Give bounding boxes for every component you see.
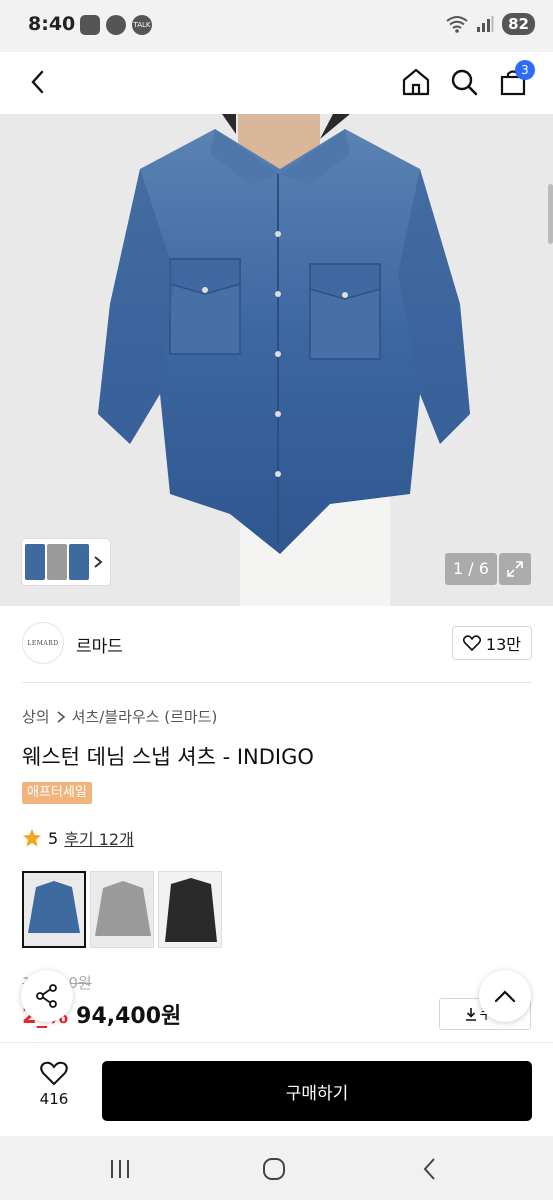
download-icon	[465, 1008, 476, 1021]
review-link[interactable]: 후기 12개	[64, 826, 134, 850]
wishlist-count: 416	[39, 1090, 69, 1108]
divider	[22, 682, 532, 683]
moon-icon	[106, 15, 126, 35]
home-circle-icon	[263, 1158, 285, 1180]
heart-icon	[40, 1061, 68, 1086]
system-nav-bar	[0, 1136, 553, 1200]
chevron-right-icon	[94, 556, 103, 568]
share-button[interactable]	[21, 970, 73, 1022]
star-icon	[23, 829, 41, 847]
kakaotalk-icon: TALK	[132, 15, 152, 35]
mini-thumb	[69, 544, 89, 580]
battery-indicator: 82	[502, 13, 535, 35]
wifi-icon	[446, 16, 468, 33]
status-time: 8:40	[28, 13, 76, 35]
status-right: 82	[446, 13, 535, 35]
brand-like-button[interactable]: 13만	[451, 626, 532, 660]
sale-tag: 애프터세일	[22, 782, 92, 804]
brand-row: LEMARD 르마드 13만	[22, 622, 532, 668]
brand-name[interactable]: 르마드	[76, 632, 123, 657]
product-title: 웨스턴 데님 스냅 셔츠 - INDIGO	[22, 745, 314, 769]
denim-shirt-photo	[0, 114, 553, 606]
notification-icons: TALK	[80, 15, 152, 35]
color-options	[22, 871, 222, 948]
rating-value: 5	[48, 828, 59, 848]
mini-thumb	[47, 544, 67, 580]
swatch-fill	[95, 881, 151, 936]
status-bar: 8:40 TALK 82	[0, 0, 553, 52]
expand-icon	[507, 561, 523, 577]
breadcrumb-subcategory[interactable]: 셔츠/블라우스 (르마드)	[72, 706, 218, 727]
product-image[interactable]	[0, 114, 553, 606]
brand-like-count: 13만	[485, 635, 521, 654]
scroll-indicator	[548, 184, 553, 244]
black-shirt-thumb	[159, 872, 221, 947]
back-button[interactable]	[18, 62, 58, 102]
sale-price: 94,400원	[76, 1004, 182, 1029]
cart-button[interactable]: 3	[493, 60, 535, 102]
indigo-shirt-thumb	[24, 873, 84, 946]
heart-icon	[462, 635, 481, 651]
scroll-top-button[interactable]	[479, 970, 531, 1022]
swatch-fill	[28, 881, 80, 933]
chevron-right-icon	[57, 710, 65, 723]
breadcrumb: 상의 셔츠/블라우스 (르마드)	[22, 706, 217, 727]
mini-thumb	[25, 544, 45, 580]
image-counter: 1 / 6	[445, 553, 497, 585]
breadcrumb-category[interactable]: 상의	[22, 706, 50, 727]
bottom-action-bar: 416 구매하기	[0, 1042, 553, 1136]
search-icon	[451, 69, 478, 96]
search-button[interactable]	[444, 62, 484, 102]
back-system-button[interactable]	[410, 1154, 450, 1184]
gray-shirt-thumb	[91, 872, 153, 947]
color-option-gray[interactable]	[90, 871, 154, 948]
brand-logo[interactable]: LEMARD	[22, 622, 64, 664]
thumbnail-strip[interactable]	[22, 539, 110, 585]
screenshot-icon	[80, 15, 100, 35]
rating-row: 5 후기 12개	[22, 826, 134, 850]
back-chevron-icon	[423, 1158, 435, 1180]
cart-count-badge: 3	[515, 60, 535, 80]
chevron-left-icon	[31, 70, 44, 94]
home-button[interactable]	[396, 62, 436, 102]
buy-button[interactable]: 구매하기	[102, 1061, 532, 1121]
top-nav: 3	[0, 52, 553, 114]
color-option-black[interactable]	[158, 871, 222, 948]
recent-apps-icon	[111, 1160, 129, 1178]
wishlist-button[interactable]: 416	[22, 1061, 86, 1121]
expand-button[interactable]	[499, 553, 531, 585]
chevron-up-icon	[494, 990, 516, 1003]
home-icon	[402, 68, 430, 96]
home-system-button[interactable]	[254, 1154, 294, 1184]
signal-icon	[477, 16, 494, 32]
swatch-fill	[165, 878, 217, 942]
recent-apps-button[interactable]	[100, 1154, 140, 1184]
color-option-indigo[interactable]	[22, 871, 86, 948]
share-icon	[36, 984, 57, 1008]
